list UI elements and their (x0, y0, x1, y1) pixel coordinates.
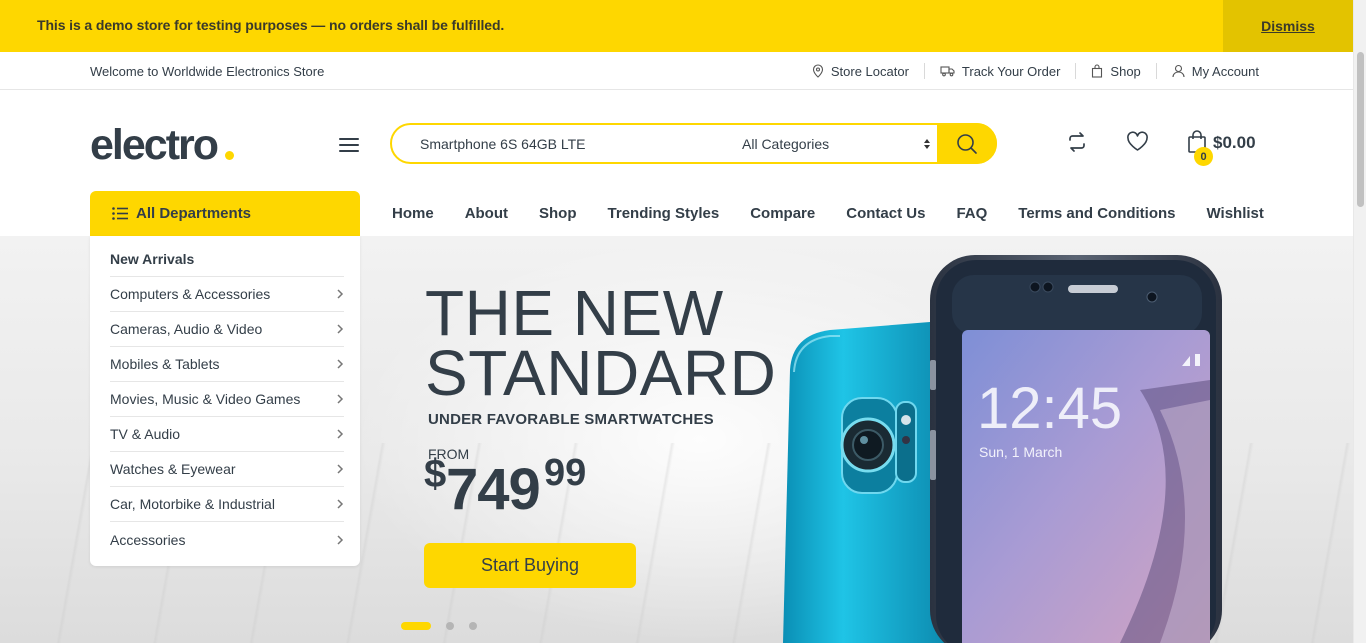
dept-item-watches-eyewear[interactable]: Watches & Eyewear (110, 452, 344, 487)
store-locator-link[interactable]: Store Locator (797, 63, 924, 79)
store-locator-label: Store Locator (830, 63, 909, 79)
nav-contact-us[interactable]: Contact Us (846, 205, 925, 222)
nav-about[interactable]: About (465, 205, 508, 222)
chevron-right-icon (337, 289, 344, 299)
cart-total[interactable]: $0.00 (1213, 133, 1256, 153)
slider-dot-1[interactable] (401, 622, 431, 630)
dept-item-tv-audio[interactable]: TV & Audio (110, 417, 344, 452)
slider-dot-3[interactable] (469, 622, 477, 630)
dismiss-button[interactable]: Dismiss (1223, 0, 1353, 52)
dept-item-car-motorbike-industrial[interactable]: Car, Motorbike & Industrial (110, 487, 344, 522)
cart-count-badge: 0 (1194, 147, 1213, 166)
chevron-right-icon (337, 464, 344, 474)
start-buying-button[interactable]: Start Buying (424, 543, 636, 588)
my-account-link[interactable]: My Account (1155, 63, 1259, 79)
hamburger-menu-icon[interactable] (339, 136, 359, 154)
price-decimal: 99 (544, 452, 587, 494)
compare-icon[interactable] (1066, 131, 1088, 153)
logo-dot (225, 151, 234, 160)
dept-item-cameras-audio-video[interactable]: Cameras, Audio & Video (110, 312, 344, 347)
hero-title-line2: STANDARD (425, 337, 777, 409)
category-select[interactable]: All Categories (742, 125, 937, 162)
dept-item-accessories[interactable]: Accessories (110, 522, 344, 557)
nav-compare[interactable]: Compare (750, 205, 815, 222)
list-icon (112, 207, 128, 220)
truck-icon (940, 66, 955, 77)
select-arrows-icon (924, 139, 930, 149)
phone-screen-time: 12:45 (977, 376, 1122, 441)
hero-subtitle: UNDER FAVORABLE SMARTWATCHES (428, 411, 714, 428)
nav-trending-styles[interactable]: Trending Styles (608, 205, 720, 222)
nav-wishlist[interactable]: Wishlist (1207, 205, 1264, 222)
user-icon (1172, 64, 1185, 78)
all-departments-label: All Departments (136, 205, 252, 222)
map-pin-icon (812, 64, 823, 78)
dept-item-mobiles-tablets[interactable]: Mobiles & Tablets (110, 347, 344, 382)
page-scrollbar[interactable] (1353, 0, 1366, 643)
scrollbar-thumb[interactable] (1357, 52, 1364, 207)
category-select-value: All Categories (742, 135, 830, 152)
top-links: Store Locator Track Your Order Shop My A… (797, 52, 1259, 90)
top-bar: Welcome to Worldwide Electronics Store S… (0, 52, 1353, 90)
shopping-bag-icon (1092, 64, 1103, 78)
hero-title: THE NEW STANDARD (425, 277, 777, 409)
smartphone-product-image: 12:45 Sun, 1 March (783, 255, 1222, 643)
nav-faq[interactable]: FAQ (956, 205, 987, 222)
price-currency: $ (424, 452, 447, 496)
nav-shop[interactable]: Shop (539, 205, 577, 222)
demo-notice-text: This is a demo store for testing purpose… (37, 17, 505, 33)
slider-dots (401, 622, 492, 630)
demo-notice-bar: This is a demo store for testing purpose… (0, 0, 1353, 52)
main-nav: Home About Shop Trending Styles Compare … (392, 191, 1295, 236)
shop-label: Shop (1110, 63, 1141, 79)
chevron-right-icon (337, 534, 344, 545)
track-order-link[interactable]: Track Your Order (923, 63, 1076, 79)
chevron-right-icon (337, 499, 344, 509)
search-button[interactable] (937, 123, 997, 164)
chevron-right-icon (337, 359, 344, 369)
track-order-label: Track Your Order (961, 63, 1061, 79)
search-bar: All Categories (390, 123, 997, 164)
hero-title-line1: THE NEW (425, 277, 724, 349)
dept-item-computers-accessories[interactable]: Computers & Accessories (110, 277, 344, 312)
chevron-right-icon (337, 429, 344, 439)
departments-menu: New Arrivals Computers & Accessories Cam… (90, 236, 360, 566)
slider-dot-2[interactable] (446, 622, 454, 630)
welcome-text: Welcome to Worldwide Electronics Store (90, 64, 325, 79)
nav-terms-and-conditions[interactable]: Terms and Conditions (1018, 205, 1175, 222)
shop-link[interactable]: Shop (1075, 63, 1155, 79)
dept-item-movies-music-video-games[interactable]: Movies, Music & Video Games (110, 382, 344, 417)
electro-logo[interactable]: electro (90, 120, 219, 170)
chevron-right-icon (337, 394, 344, 404)
my-account-label: My Account (1191, 63, 1259, 79)
all-departments-button[interactable]: All Departments (90, 191, 360, 236)
search-input[interactable] (420, 125, 720, 162)
nav-home[interactable]: Home (392, 205, 434, 222)
dept-item-new-arrivals[interactable]: New Arrivals (110, 236, 344, 277)
chevron-right-icon (337, 324, 344, 334)
price-integer: 749 (446, 457, 541, 522)
wishlist-heart-icon[interactable] (1126, 131, 1149, 153)
search-icon (957, 133, 977, 154)
phone-screen-date: Sun, 1 March (979, 444, 1062, 460)
